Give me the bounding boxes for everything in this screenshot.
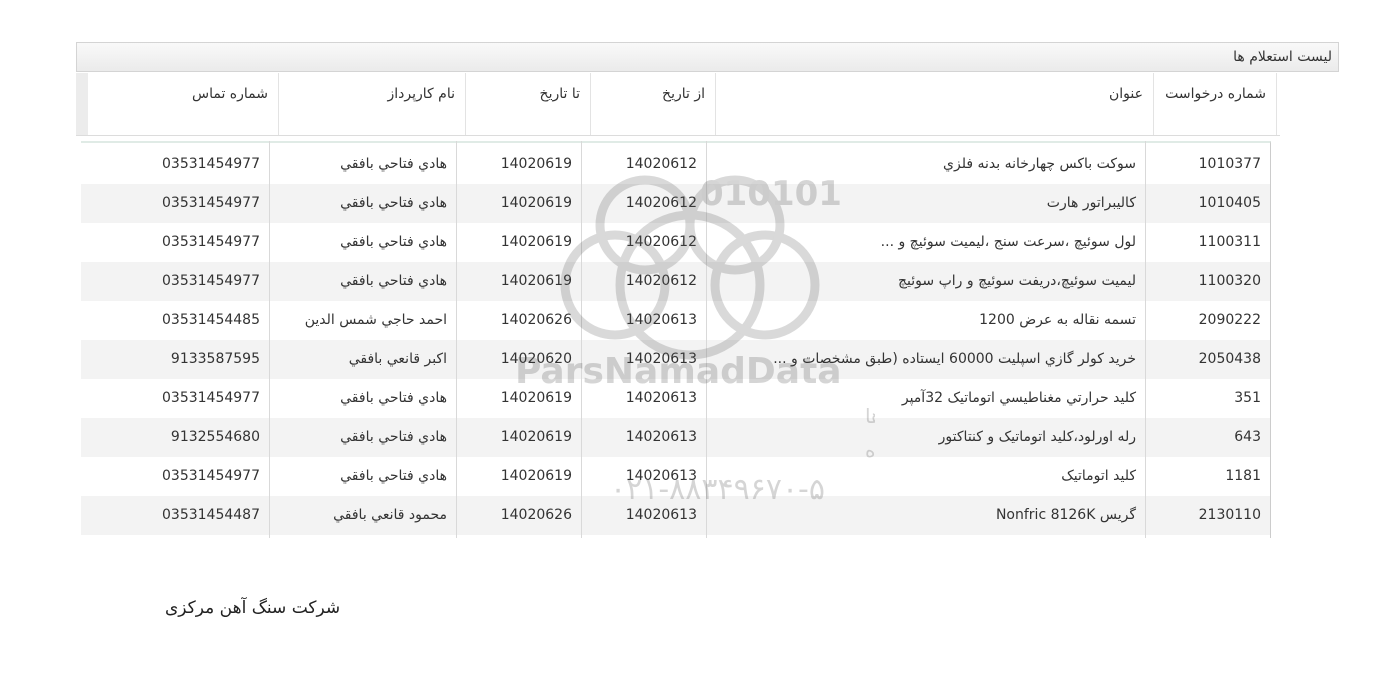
cell-to-date: 14020619 [500, 468, 572, 484]
cell-agent: هادي فتاحي بافقي [340, 429, 447, 445]
cell-phone: 03531454977 [162, 234, 260, 250]
cell-to-date: 14020626 [500, 312, 572, 328]
cell-request-no: 1010405 [1198, 195, 1261, 211]
column-header-phone[interactable]: شماره تماس [76, 73, 278, 135]
table-row[interactable]: 03531454977 هادي فتاحي بافقي 14020619 14020… [81, 457, 1270, 496]
column-divider [1145, 141, 1146, 538]
cell-from-date: 14020612 [625, 156, 697, 172]
cell-to-date: 14020619 [500, 195, 572, 211]
column-divider [581, 141, 582, 538]
cell-agent: احمد حاجي شمس الدين [304, 312, 447, 328]
cell-subject: کليد اتوماتيک [1061, 468, 1136, 484]
table-row[interactable]: 03531454977 هادي فتاحي بافقي 14020619 14020… [81, 145, 1270, 184]
cell-agent: هادي فتاحي بافقي [340, 195, 447, 211]
table-row[interactable]: 03531454977 هادي فتاحي بافقي 14020619 14020… [81, 184, 1270, 223]
column-header-to-date[interactable]: تا تاريخ [465, 73, 590, 135]
table-row[interactable]: 9132554680 هادي فتاحي بافقي 14020619 140206… [81, 418, 1270, 457]
cell-agent: محمود قانعي بافقي [333, 507, 447, 523]
cell-request-no: 643 [1234, 429, 1261, 445]
cell-to-date: 14020619 [500, 429, 572, 445]
cell-agent: هادي فتاحي بافقي [340, 468, 447, 484]
cell-agent: هادي فتاحي بافقي [340, 273, 447, 289]
table-row[interactable]: 03531454977 هادي فتاحي بافقي 14020619 14020… [81, 223, 1270, 262]
cell-phone: 03531454977 [162, 195, 260, 211]
cell-from-date: 14020613 [625, 390, 697, 406]
column-header-agent[interactable]: نام کارپرداز [278, 73, 465, 135]
cell-from-date: 14020612 [625, 234, 697, 250]
table-row[interactable]: 03531454485 احمد حاجي شمس الدين 14020626 14… [81, 301, 1270, 340]
column-header-subject[interactable]: عنوان [715, 73, 1153, 135]
cell-phone: 03531454487 [162, 507, 260, 523]
cell-request-no: 1100311 [1198, 234, 1261, 250]
cell-subject: تسمه نقاله به عرض 1200 [979, 312, 1136, 328]
header-scroll-gutter [76, 73, 88, 135]
cell-request-no: 351 [1234, 390, 1261, 406]
cell-from-date: 14020613 [625, 351, 697, 367]
table-header: شماره تماس نام کارپرداز تا تاريخ از تاري… [76, 73, 1280, 136]
cell-subject: گريس Nonfric 8126K [995, 507, 1136, 523]
cell-from-date: 14020613 [625, 312, 697, 328]
cell-request-no: 1100320 [1198, 273, 1261, 289]
cell-agent: هادي فتاحي بافقي [340, 234, 447, 250]
cell-request-no: 1010377 [1198, 156, 1261, 172]
table-row[interactable]: 03531454977 هادي فتاحي بافقي 14020619 14020… [81, 379, 1270, 418]
cell-request-no: 1181 [1225, 468, 1261, 484]
cell-request-no: 2050438 [1198, 351, 1261, 367]
cell-subject: کليد حرارتي مغناطيسي اتوماتيک 32آمپر [901, 390, 1136, 406]
cell-subject: خريد کولر گازي اسپليت 60000 ايستاده (طبق… [773, 351, 1136, 367]
cell-to-date: 14020626 [500, 507, 572, 523]
cell-phone: 03531454977 [162, 468, 260, 484]
cell-to-date: 14020619 [500, 156, 572, 172]
cell-subject: لول سوئيچ ،سرعت سنج ،ليميت سوئيچ و ... [880, 234, 1136, 250]
cell-subject: کاليبراتور هارت [1046, 195, 1136, 211]
column-divider [269, 141, 270, 538]
column-header-request-no[interactable]: شماره درخواست [1153, 73, 1277, 135]
table-row[interactable]: 03531454487 محمود قانعي بافقي 14020626 1402… [81, 496, 1270, 535]
cell-subject: ليميت سوئيچ،دريفت سوئيچ و راپ سوئيچ [898, 273, 1136, 289]
cell-from-date: 14020612 [625, 195, 697, 211]
cell-from-date: 14020612 [625, 273, 697, 289]
panel-header: ليست استعلام ها [76, 42, 1339, 72]
cell-phone: 03531454977 [162, 273, 260, 289]
column-header-from-date[interactable]: از تاريخ [590, 73, 715, 135]
company-name: شرکت سنگ آهن مرکزی [165, 598, 341, 618]
cell-phone: 9132554680 [170, 429, 260, 445]
panel-title: ليست استعلام ها [1233, 49, 1332, 65]
cell-agent: اکبر قانعي بافقي [348, 351, 447, 367]
cell-from-date: 14020613 [625, 429, 697, 445]
cell-request-no: 2130110 [1198, 507, 1261, 523]
cell-request-no: 2090222 [1198, 312, 1261, 328]
cell-subject: سوکت باکس چهارخانه بدنه فلزي [943, 156, 1136, 172]
cell-phone: 9133587595 [170, 351, 260, 367]
column-divider [456, 141, 457, 538]
cell-to-date: 14020619 [500, 273, 572, 289]
cell-to-date: 14020619 [500, 390, 572, 406]
table-body: 03531454977 هادي فتاحي بافقي 14020619 14020… [81, 141, 1271, 538]
cell-phone: 03531454977 [162, 156, 260, 172]
cell-subject: رله اورلود،کليد اتوماتيک و کنتاکتور [938, 429, 1136, 445]
cell-phone: 03531454977 [162, 390, 260, 406]
table-row[interactable]: 03531454977 هادي فتاحي بافقي 14020619 14020… [81, 262, 1270, 301]
cell-from-date: 14020613 [625, 468, 697, 484]
cell-to-date: 14020620 [500, 351, 572, 367]
column-divider [706, 141, 707, 538]
cell-to-date: 14020619 [500, 234, 572, 250]
cell-agent: هادي فتاحي بافقي [340, 390, 447, 406]
cell-agent: هادي فتاحي بافقي [340, 156, 447, 172]
cell-phone: 03531454485 [162, 312, 260, 328]
table-row[interactable]: 9133587595 اکبر قانعي بافقي 14020620 140206… [81, 340, 1270, 379]
cell-from-date: 14020613 [625, 507, 697, 523]
